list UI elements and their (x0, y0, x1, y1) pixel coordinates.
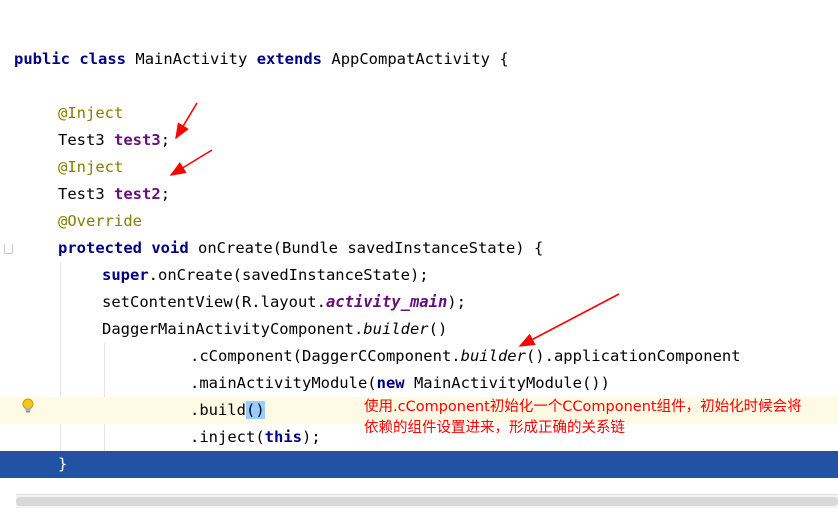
code-editor[interactable]: public class MainActivity extends AppCom… (0, 0, 838, 507)
annotation-arrows (169, 102, 620, 347)
arrow-icon (169, 149, 213, 176)
arrow-icon (518, 293, 620, 347)
horizontal-scrollbar[interactable] (16, 494, 838, 508)
scrollbar-thumb[interactable] (16, 497, 838, 506)
arrow-icon (175, 102, 198, 140)
